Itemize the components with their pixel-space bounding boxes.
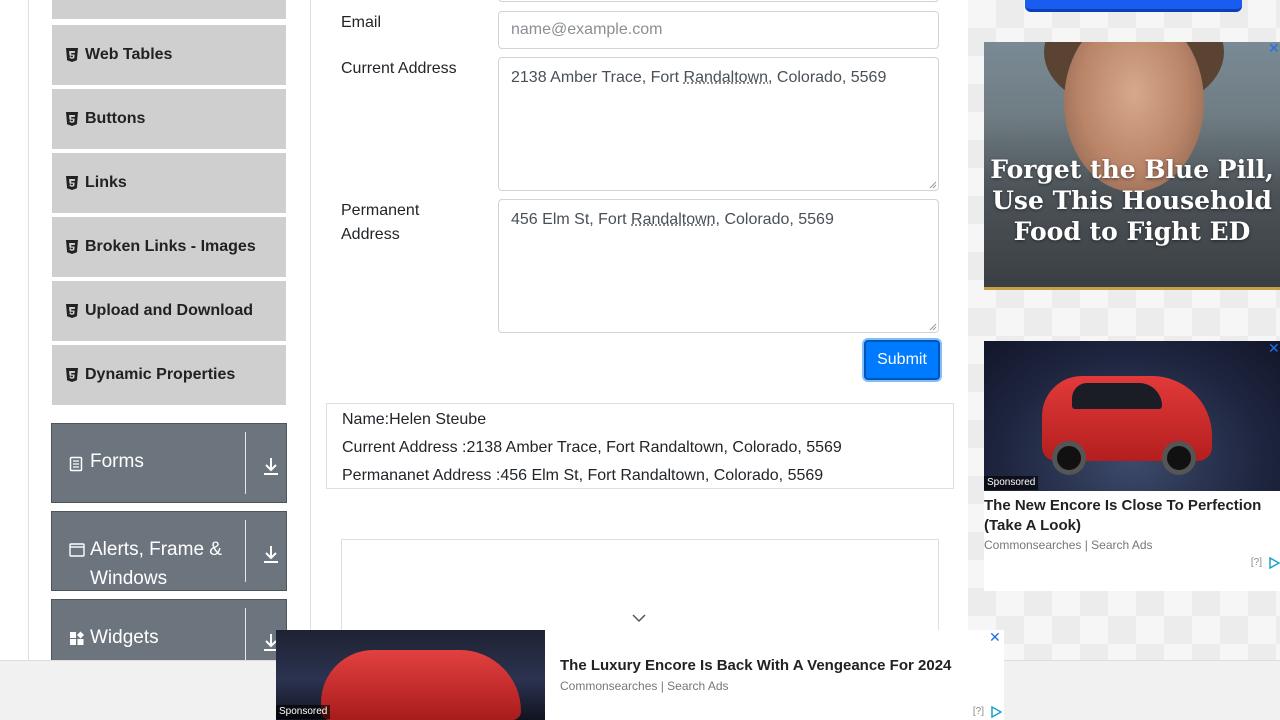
permanent-address-text: 456 Elm St, Fort xyxy=(511,211,632,228)
output-name: Name:Helen Steube xyxy=(342,411,487,428)
group-label: Forms xyxy=(90,451,144,472)
sidebar-item-label: Upload and Download xyxy=(85,302,253,319)
html5-icon xyxy=(66,240,78,254)
sidebar-item-label: Dynamic Properties xyxy=(85,366,236,383)
sidebar-item-links[interactable]: Links xyxy=(51,152,287,214)
submit-button[interactable]: Submit xyxy=(864,340,940,380)
current-address-text: 2138 Amber Trace, Fort xyxy=(511,69,684,86)
html5-icon xyxy=(66,112,78,126)
close-icon[interactable]: ✕ xyxy=(989,631,1001,645)
ad-headline: Forget the Blue Pill, Use This Household… xyxy=(990,155,1274,246)
sidebar-item-label: Links xyxy=(85,174,127,191)
group-forms[interactable]: Forms xyxy=(51,423,287,503)
sponsored-badge: Sponsored xyxy=(276,705,331,719)
spellcheck-word: Randaltown xyxy=(683,69,769,86)
output-panel: Name:Helen Steube Current Address :2138 … xyxy=(326,403,954,489)
ad-info[interactable]: [?] xyxy=(1251,557,1262,568)
ad-banner-top[interactable]: Forget the Blue Pill, Use This Household… xyxy=(984,42,1280,290)
close-icon[interactable]: ✕ xyxy=(1268,342,1280,356)
current-address-text: , Colorado, 5569 xyxy=(768,69,887,86)
document-icon xyxy=(69,456,85,472)
chevron-down-icon[interactable] xyxy=(631,612,647,624)
output-permanent-address: Permananet Address :456 Elm St, Fort Ran… xyxy=(342,467,824,484)
html5-icon xyxy=(66,176,78,190)
separator xyxy=(245,432,246,494)
resize-handle-icon[interactable] xyxy=(929,323,937,331)
sidebar-item-partial[interactable] xyxy=(51,0,287,20)
resize-handle-icon[interactable] xyxy=(929,181,937,189)
spellcheck-word: Randaltown xyxy=(631,211,716,228)
group-label: Alerts, Frame & Windows xyxy=(90,539,222,589)
sponsored-badge: Sponsored xyxy=(984,476,1039,490)
html5-icon xyxy=(66,304,78,318)
window-icon xyxy=(69,543,85,559)
output-current-address: Current Address :2138 Amber Trace, Fort … xyxy=(342,439,842,456)
widgets-icon xyxy=(69,631,85,647)
sidebar-item-label: Broken Links - Images xyxy=(85,238,256,255)
group-label: Widgets xyxy=(90,627,159,648)
bottom-ad[interactable]: Sponsored The Luxury Encore Is Back With… xyxy=(276,630,1004,720)
email-field[interactable]: name@example.com xyxy=(498,11,939,49)
car-wheel xyxy=(1052,441,1086,475)
ad-image-car xyxy=(984,341,1280,491)
car-wheel xyxy=(1162,441,1196,475)
ad-title[interactable]: The New Encore Is Close To Perfection (T… xyxy=(984,496,1280,536)
ad-title[interactable]: The Luxury Encore Is Back With A Vengean… xyxy=(560,657,951,674)
ad-top-button[interactable] xyxy=(1025,0,1242,12)
download-icon[interactable] xyxy=(262,544,280,564)
separator xyxy=(245,520,246,582)
ad-info[interactable]: [?] xyxy=(973,706,984,717)
ad-source: Commonsearches | Search Ads xyxy=(984,538,1153,552)
car-body xyxy=(321,650,521,720)
email-placeholder: name@example.com xyxy=(511,21,663,38)
sidebar-item-label: Buttons xyxy=(85,110,146,127)
close-icon[interactable]: ✕ xyxy=(1268,42,1280,56)
sidebar-item-web-tables[interactable]: Web Tables xyxy=(51,24,287,86)
html5-icon xyxy=(66,48,78,62)
previous-field[interactable] xyxy=(498,0,939,2)
ad-source: Commonsearches | Search Ads xyxy=(560,679,729,693)
current-address-label: Current Address xyxy=(341,60,457,77)
download-icon[interactable] xyxy=(262,456,280,476)
ad-card-encore[interactable]: Sponsored The New Encore Is Close To Per… xyxy=(984,341,1280,591)
sidebar-item-label: Web Tables xyxy=(85,46,173,63)
email-label: Email xyxy=(341,14,382,31)
permanent-address-textarea[interactable]: 456 Elm St, Fort Randaltown, Colorado, 5… xyxy=(498,199,939,333)
left-sidebar: Web Tables Buttons Links Broken Links - … xyxy=(28,0,311,720)
current-address-textarea[interactable]: 2138 Amber Trace, Fort Randaltown, Color… xyxy=(498,57,939,191)
sidebar-item-upload-download[interactable]: Upload and Download xyxy=(51,280,287,342)
permanent-address-label: Permanent Address xyxy=(341,202,420,243)
adchoices-icon[interactable] xyxy=(1268,557,1280,569)
sidebar-item-broken-links[interactable]: Broken Links - Images xyxy=(51,216,287,278)
group-alerts-frame-windows[interactable]: Alerts, Frame & Windows xyxy=(51,511,287,591)
sidebar-item-dynamic-properties[interactable]: Dynamic Properties xyxy=(51,344,287,406)
car-window xyxy=(1072,383,1162,409)
html5-icon xyxy=(66,368,78,382)
adchoices-icon[interactable] xyxy=(990,706,1002,718)
permanent-address-text: , Colorado, 5569 xyxy=(715,211,834,228)
sidebar-item-buttons[interactable]: Buttons xyxy=(51,88,287,150)
